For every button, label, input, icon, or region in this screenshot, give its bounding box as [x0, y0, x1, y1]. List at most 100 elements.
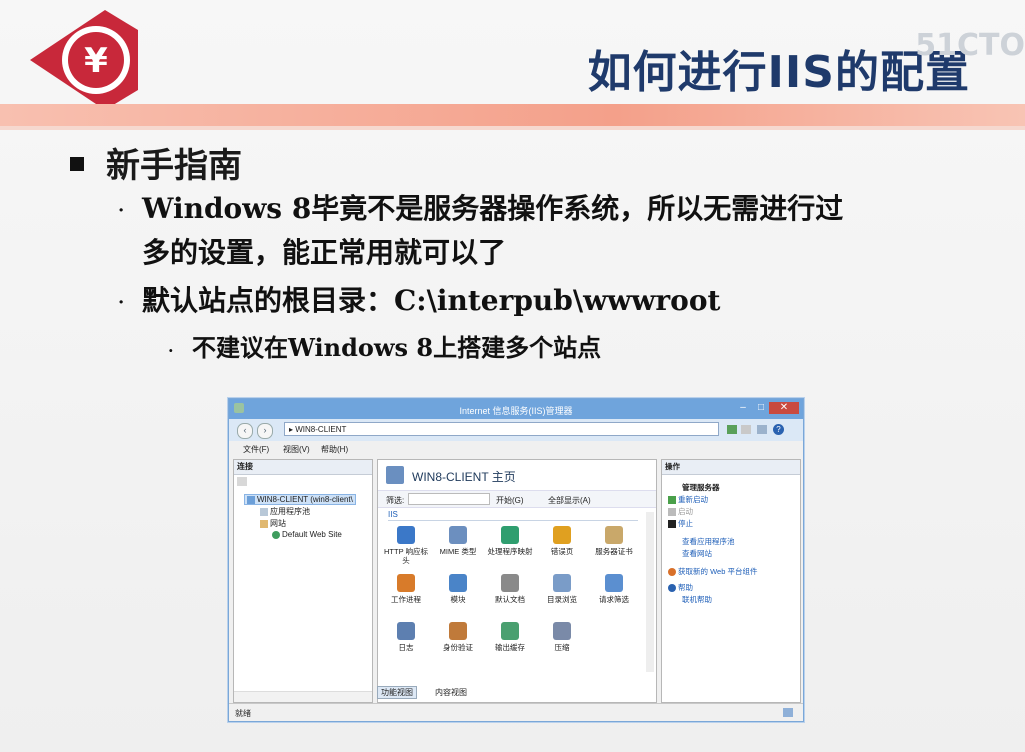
action-start[interactable]: 启动	[668, 506, 693, 517]
menu-file[interactable]: 文件(F)	[243, 444, 269, 455]
bank-logo-icon: ¥	[30, 10, 138, 110]
feature-item[interactable]: 错误页	[538, 526, 586, 556]
action-view-sites[interactable]: 查看网站	[682, 548, 712, 559]
start-icon	[668, 508, 676, 517]
title-bar: Internet 信息服务(IIS)管理器 – □ ✕	[229, 399, 803, 419]
feature-label: 身份验证	[443, 643, 473, 652]
feature-item[interactable]: 日志	[382, 622, 430, 652]
help-icon[interactable]: ?	[773, 424, 784, 435]
logging-icon	[397, 622, 415, 640]
feature-label: MIME 类型	[439, 547, 477, 556]
error-page-icon	[553, 526, 571, 544]
stop-icon[interactable]	[741, 425, 751, 434]
modules-icon	[449, 574, 467, 592]
feature-label: 输出缓存	[495, 643, 525, 652]
feature-label: 默认文档	[495, 595, 525, 604]
action-get-components[interactable]: 获取新的 Web 平台组件	[668, 566, 757, 577]
bullet-dot: ·	[118, 199, 125, 221]
status-text: 就绪	[235, 709, 251, 718]
tree-item-sites[interactable]: 网站	[260, 518, 286, 529]
view-tabs: 功能视图 内容视图	[377, 685, 655, 699]
feature-label: 请求筛选	[599, 595, 629, 604]
help-circle-icon	[668, 584, 676, 593]
globe-icon	[272, 530, 280, 539]
dir-browse-icon	[553, 574, 571, 592]
menu-view[interactable]: 视图(V)	[283, 444, 310, 455]
forward-button[interactable]: ›	[257, 423, 273, 439]
bullet-dot: ·	[118, 291, 125, 313]
feature-item[interactable]: 请求筛选	[590, 574, 638, 604]
feature-item[interactable]: MIME 类型	[434, 526, 482, 556]
status-bar: 就绪	[229, 703, 803, 721]
feature-label: 压缩	[554, 643, 570, 652]
bullet-text: Windows 8毕竟不是服务器操作系统，所以无需进行过	[142, 192, 844, 225]
filter-bar: 筛选: 开始(G) 全部显示(A)	[378, 490, 656, 508]
slide-title: 如何进行IIS的配置	[587, 47, 970, 98]
header-band-lower	[0, 126, 1025, 130]
feature-item[interactable]: 服务器证书	[590, 526, 638, 556]
close-button[interactable]: ✕	[769, 402, 799, 414]
address-box[interactable]: ▸ WIN8-CLIENT	[284, 422, 719, 436]
auth-icon	[449, 622, 467, 640]
home-icon[interactable]	[757, 425, 767, 434]
server-icon	[247, 495, 255, 504]
request-filter-icon	[605, 574, 623, 592]
feature-item[interactable]: 输出缓存	[486, 622, 534, 652]
feature-item[interactable]: HTTP 响应标头	[382, 526, 430, 565]
feature-item[interactable]: 身份验证	[434, 622, 482, 652]
action-help[interactable]: 帮助	[668, 582, 693, 593]
connections-header: 连接	[234, 460, 372, 475]
feature-label: 处理程序映射	[487, 547, 533, 556]
filter-label: 筛选:	[386, 496, 405, 505]
bullet-text-cont: 多的设置，能正常用就可以了	[142, 235, 507, 269]
iis-manager-window: Internet 信息服务(IIS)管理器 – □ ✕ ‹ › ▸ WIN8-C…	[228, 398, 804, 722]
tab-content-view[interactable]: 内容视图	[435, 687, 467, 698]
folder-icon	[260, 519, 268, 528]
feature-item[interactable]: 处理程序映射	[486, 526, 534, 556]
bullet-level2-second: · 默认站点的根目录：C:\interpub\wwwroot	[118, 280, 720, 324]
action-view-app-pools[interactable]: 查看应用程序池	[682, 536, 735, 547]
bullet-level3: · 不建议在Windows 8上搭建多个站点	[168, 328, 601, 363]
bullet-dot: ·	[168, 341, 174, 360]
mime-icon	[449, 526, 467, 544]
vertical-scrollbar[interactable]	[646, 512, 654, 672]
action-online-help[interactable]: 联机帮助	[682, 594, 712, 605]
feature-label: 模块	[450, 595, 466, 604]
tree-item-app-pools[interactable]: 应用程序池	[260, 506, 310, 517]
tree-item-server[interactable]: WIN8-CLIENT (win8-client\	[244, 494, 356, 505]
go-button[interactable]: 开始(G)	[496, 495, 524, 506]
bullet-text: 不建议在Windows 8上搭建多个站点	[192, 333, 602, 362]
feature-item[interactable]: 模块	[434, 574, 482, 604]
http-headers-icon	[397, 526, 415, 544]
menu-help[interactable]: 帮助(H)	[321, 444, 348, 455]
group-header-iis[interactable]: IIS	[388, 510, 398, 519]
home-title: WIN8-CLIENT 主页	[412, 470, 516, 484]
back-button[interactable]: ‹	[237, 423, 253, 439]
window-title: Internet 信息服务(IIS)管理器	[459, 406, 573, 416]
status-connection-icon	[783, 708, 793, 717]
watermark: 51CTO	[915, 28, 1025, 63]
tab-features-view[interactable]: 功能视图	[377, 686, 417, 699]
action-stop[interactable]: 停止	[668, 518, 693, 529]
handler-icon	[501, 526, 519, 544]
header-band	[0, 104, 1025, 126]
connect-icon[interactable]	[237, 477, 247, 486]
feature-item[interactable]: 目录浏览	[538, 574, 586, 604]
feature-item[interactable]: 压缩	[538, 622, 586, 652]
feature-label: 服务器证书	[595, 547, 633, 556]
tree-item-default-site[interactable]: Default Web Site	[272, 530, 342, 539]
horizontal-scrollbar[interactable]	[234, 691, 372, 702]
show-all-button[interactable]: 全部显示(A)	[548, 495, 591, 506]
restart-icon	[668, 496, 676, 505]
refresh-icon[interactable]	[727, 425, 737, 434]
feature-item[interactable]: 默认文档	[486, 574, 534, 604]
feature-label: 工作进程	[391, 595, 421, 604]
address-sep-icon: ▸	[289, 425, 294, 434]
filter-input[interactable]	[408, 493, 490, 505]
feature-item[interactable]: 工作进程	[382, 574, 430, 604]
address-bar: ‹ › ▸ WIN8-CLIENT ?	[229, 419, 803, 441]
action-restart[interactable]: 重新启动	[668, 494, 708, 505]
app-pool-icon	[260, 507, 268, 516]
connections-panel: 连接 WIN8-CLIENT (win8-client\ 应用程序池 网站 De…	[233, 459, 373, 703]
actions-panel: 操作 管理服务器 重新启动 启动 停止 查看应用程序池 查看网站 获取新的 We…	[661, 459, 801, 703]
